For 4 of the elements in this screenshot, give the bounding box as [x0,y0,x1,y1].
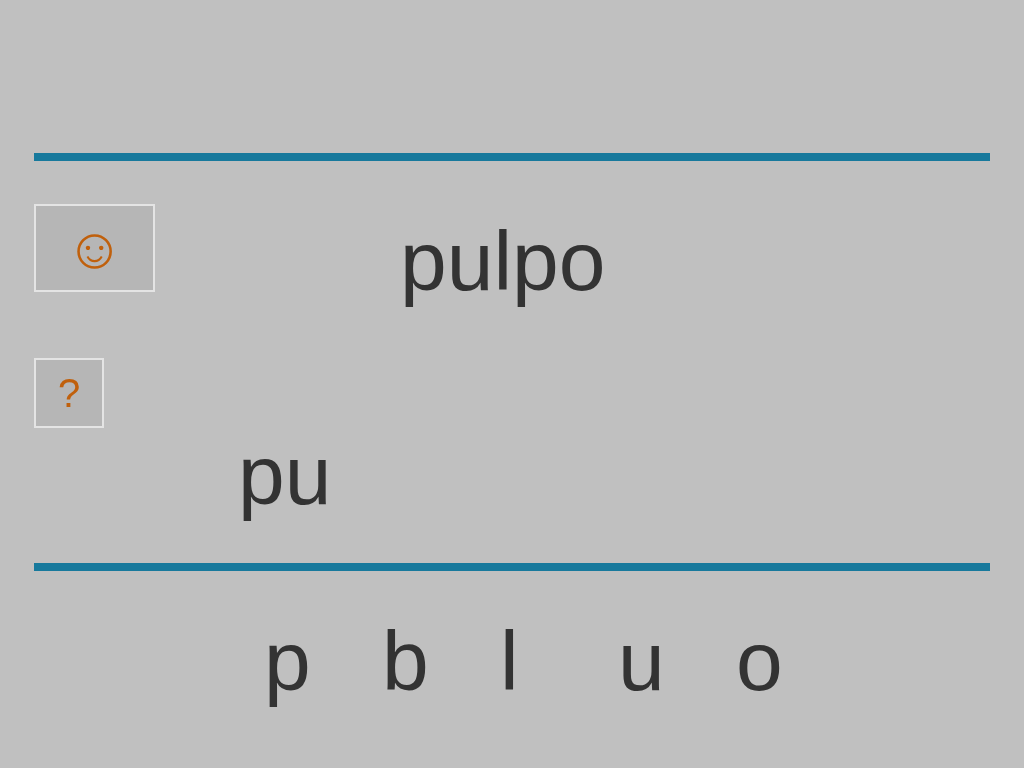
letter-tile[interactable]: o [732,619,850,703]
letter-tile[interactable]: l [496,619,614,703]
letter-tile[interactable]: b [378,619,496,703]
letter-tile[interactable]: u [614,619,732,703]
